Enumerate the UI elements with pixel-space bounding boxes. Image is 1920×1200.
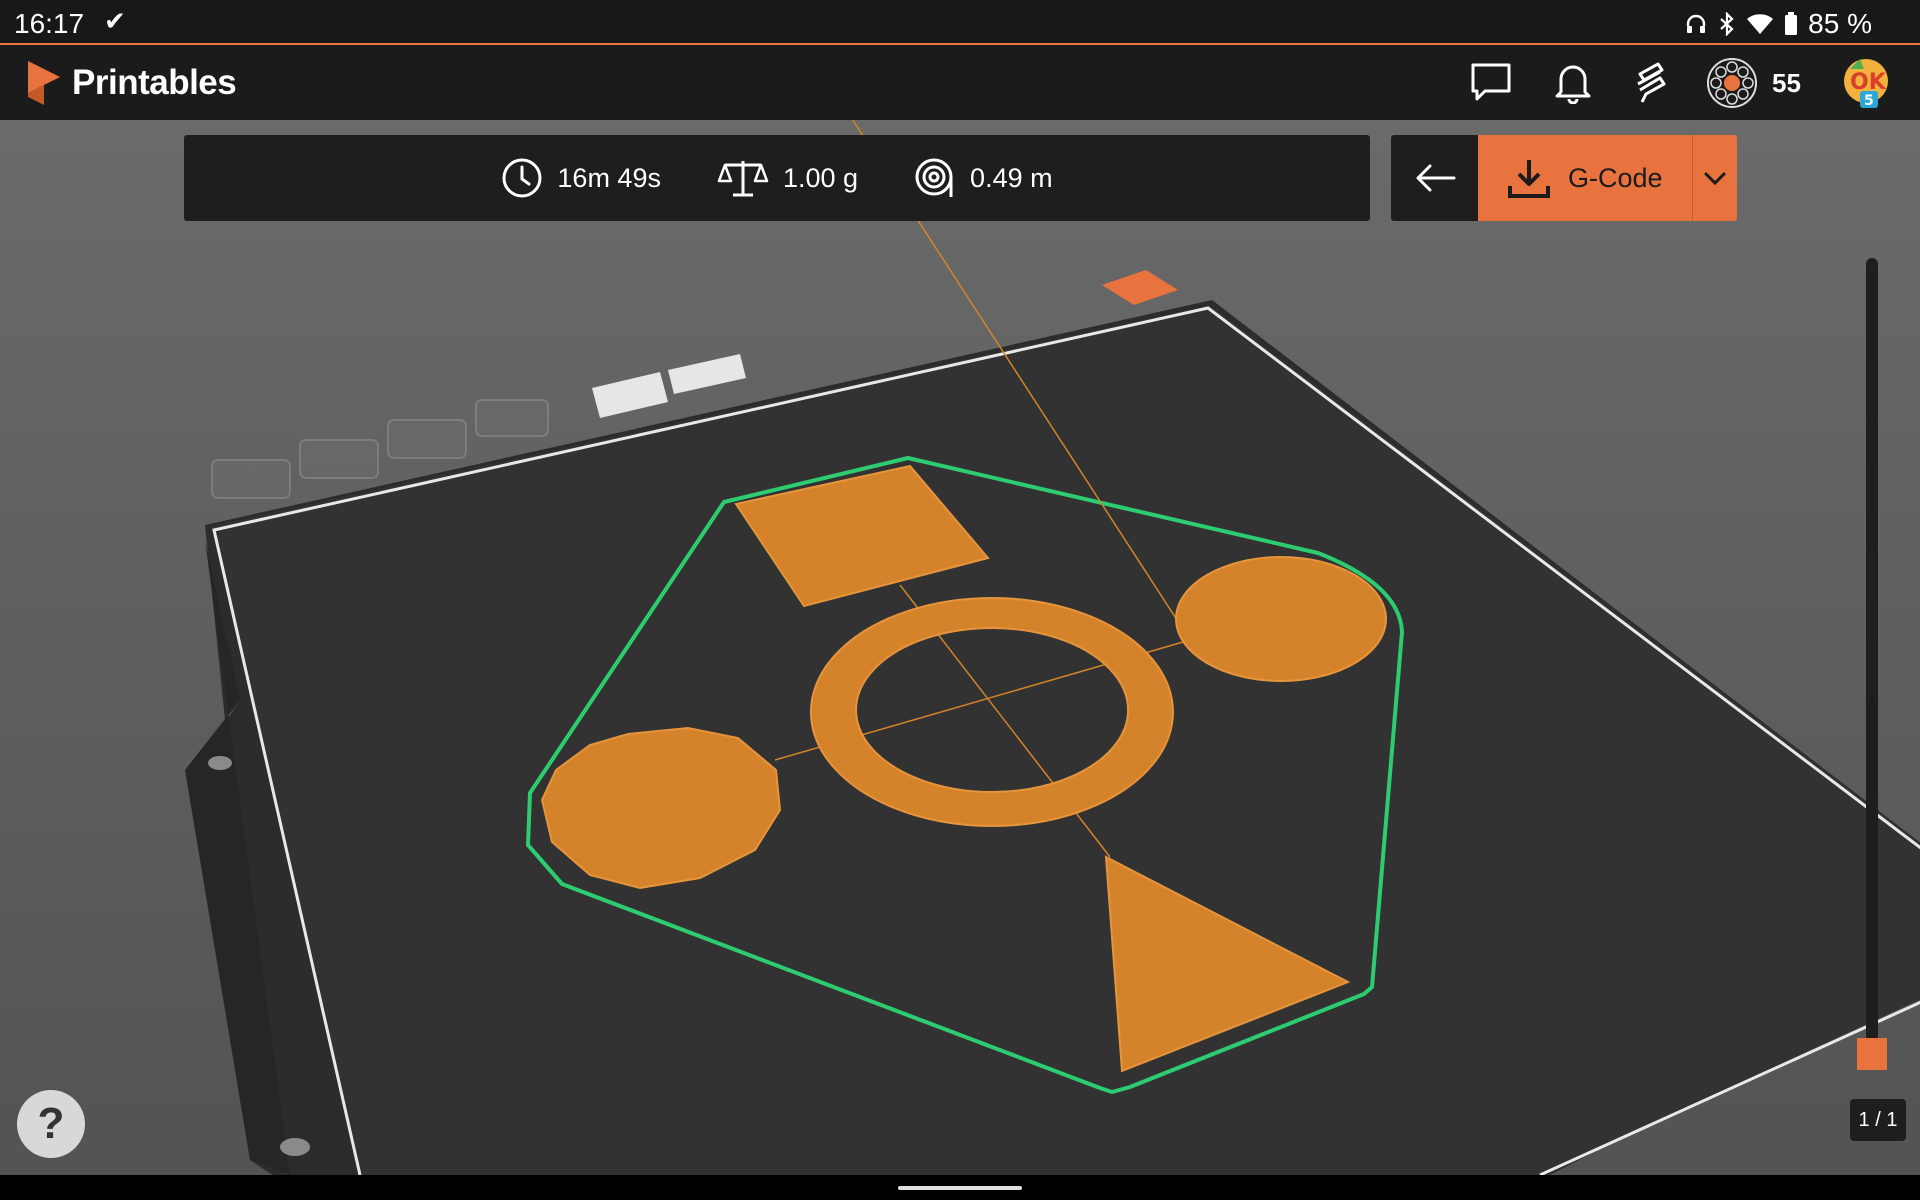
print-weight-value: 1.00 g [782,162,859,193]
bed-screw-hole [208,756,232,770]
prusameters-points[interactable]: 55 [1706,57,1801,109]
download-options-dropdown[interactable] [1692,135,1737,221]
status-time: 16:17 [14,8,85,39]
bell-icon [1555,65,1591,104]
slicer-icon [1637,62,1666,103]
battery-percent: 85 % [1808,8,1872,39]
bed-screw-hole [280,1138,310,1156]
avatar-badge: 5 [1864,93,1874,109]
task-check-icon: ✔ [104,6,126,36]
user-avatar[interactable]: OK 5 [1840,55,1894,109]
points-count: 55 [1772,67,1801,98]
layer-slider-track[interactable] [1866,258,1878,1058]
download-icon [1508,160,1550,198]
filament-length-value: 0.49 m [970,162,1053,193]
filament-spool-icon [915,158,953,197]
print-bed-surface [212,305,1920,1175]
download-gcode-button[interactable]: G-Code [1478,135,1692,221]
filament-length: 0.49 m [914,157,1053,199]
notifications-button[interactable] [1548,57,1598,107]
home-gesture-handle[interactable] [898,1186,1022,1190]
printables-logo-icon [28,61,60,105]
print-time: 16m 49s [501,157,661,199]
back-button[interactable] [1391,135,1479,221]
print-info-bar: 16m 49s 1.00 g 0.49 m [184,135,1370,221]
clock-icon [502,158,542,198]
points-icon [1707,58,1757,108]
bluetooth-icon [1720,12,1734,36]
gcode-preview-viewport[interactable] [0,120,1920,1175]
system-status-bar: 16:17 ✔ 85 % [0,0,1920,45]
scale-icon [717,161,769,197]
print-time-value: 16m 49s [557,162,661,193]
layer-slider-handle[interactable] [1857,1038,1887,1070]
help-button[interactable]: ? [17,1090,85,1158]
printed-circle [1175,556,1387,682]
print-weight: 1.00 g [717,157,858,199]
wifi-icon [1747,14,1774,34]
chevron-down-icon [1704,172,1726,186]
printables-logo[interactable]: Printables [26,59,237,107]
app-name: Printables [72,63,237,102]
layer-indicator: 1 / 1 [1850,1099,1906,1141]
messages-button[interactable] [1466,57,1516,107]
system-nav-bar [0,1175,1920,1200]
slicer-button[interactable] [1625,57,1675,107]
download-gcode-label: G-Code [1568,162,1663,193]
status-icons: 85 % [1684,8,1872,40]
battery-icon [1785,12,1798,35]
app-header: Printables 55 OK 5 [0,45,1920,120]
chat-icon [1471,63,1511,101]
back-arrow-icon [1416,164,1456,192]
headphones-icon [1686,14,1706,33]
